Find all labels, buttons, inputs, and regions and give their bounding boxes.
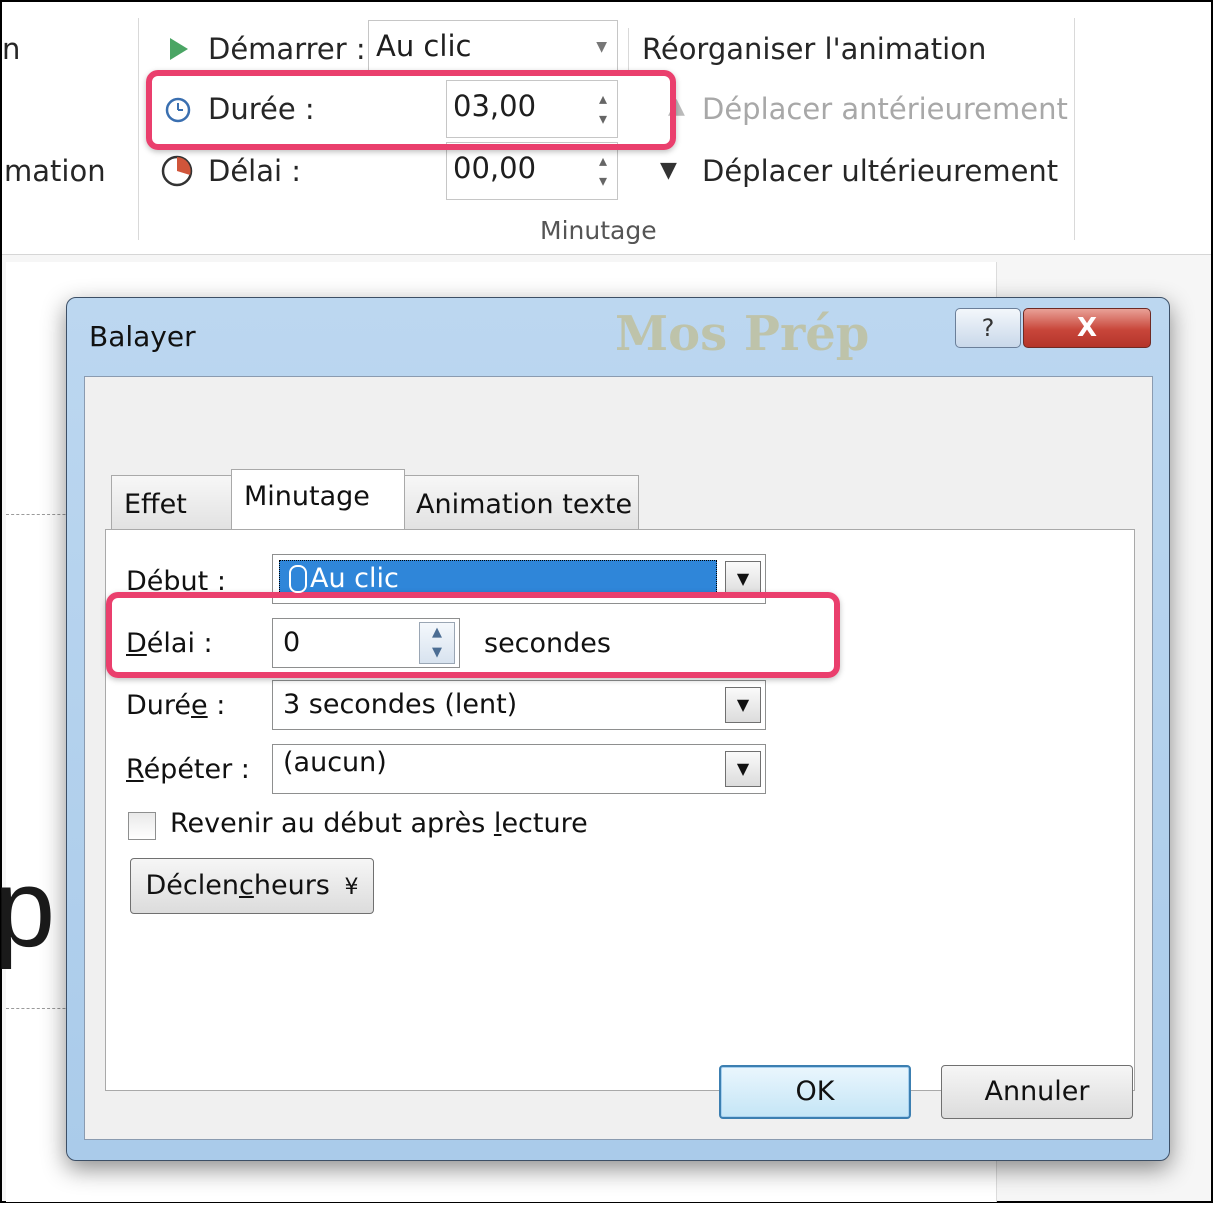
repeat-dropdown-value: (aucun): [283, 747, 387, 778]
wipe-effect-dialog: Balayer Mos Prép ? X Effet Minutage Anim…: [66, 297, 1170, 1161]
triggers-button[interactable]: Déclencheurs ¥: [130, 858, 374, 914]
close-button[interactable]: X: [1023, 308, 1151, 348]
spin-up-icon[interactable]: ▴: [599, 153, 607, 169]
dialog-title: Balayer: [89, 320, 196, 353]
duration-dropdown-value: 3 secondes (lent): [283, 689, 518, 720]
repeat-label: Répéter :: [126, 754, 250, 785]
dialog-body: Effet Minutage Animation texte Début : A…: [84, 376, 1153, 1140]
play-icon: [170, 38, 188, 60]
ribbon-separator: [628, 28, 629, 70]
chevron-down-icon[interactable]: ▼: [725, 687, 761, 723]
rewind-label: Revenir au début après lecture: [170, 808, 588, 839]
start-combo-value: Au clic: [376, 29, 472, 63]
spin-down-icon[interactable]: ▾: [599, 173, 607, 189]
ok-button[interactable]: OK: [719, 1065, 911, 1119]
move-later-icon: ▼: [660, 158, 677, 183]
ribbon-separator: [138, 18, 139, 240]
slide-text-partial: p: [0, 847, 56, 970]
reorder-animation-label: Réorganiser l'animation: [642, 32, 987, 66]
help-button[interactable]: ?: [955, 308, 1021, 348]
delay-spinner[interactable]: 00,00 ▴ ▾: [446, 142, 618, 200]
delay-clock-icon: [161, 155, 193, 187]
duration-dropdown[interactable]: 3 secondes (lent) ▼: [272, 680, 766, 730]
left-group-text-partial[interactable]: mation: [4, 154, 106, 188]
tab-text-animation[interactable]: Animation texte: [403, 475, 639, 529]
move-later-button[interactable]: Déplacer ultérieurement: [702, 154, 1058, 188]
mouse-icon: [289, 565, 307, 593]
move-earlier-button[interactable]: Déplacer antérieurement: [702, 92, 1068, 126]
tab-timing[interactable]: Minutage: [231, 469, 405, 529]
delay-value: 00,00: [453, 151, 537, 185]
tab-effect[interactable]: Effet: [111, 475, 235, 529]
timing-group-label: Minutage: [540, 216, 657, 245]
cancel-button[interactable]: Annuler: [941, 1065, 1133, 1119]
start-dropdown-value: Au clic: [279, 560, 717, 596]
left-group-label-partial: n: [2, 32, 21, 66]
repeat-dropdown[interactable]: (aucun) ▼: [272, 744, 766, 794]
start-combo[interactable]: Au clic ▼: [368, 20, 618, 76]
duration-highlight-callout: [106, 592, 840, 678]
double-chevron-down-icon: ¥: [344, 875, 359, 900]
chevron-down-icon: ▼: [596, 39, 607, 55]
duration-highlight-callout: [146, 70, 676, 150]
delay-label: Délai :: [208, 154, 302, 188]
start-label: Démarrer :: [208, 32, 366, 66]
duration-label: Durée :: [126, 690, 226, 721]
rewind-checkbox[interactable]: [128, 812, 156, 840]
chevron-down-icon[interactable]: ▼: [725, 751, 761, 787]
watermark-logo: Mos Prép: [615, 306, 870, 362]
ribbon-separator: [1074, 18, 1075, 240]
